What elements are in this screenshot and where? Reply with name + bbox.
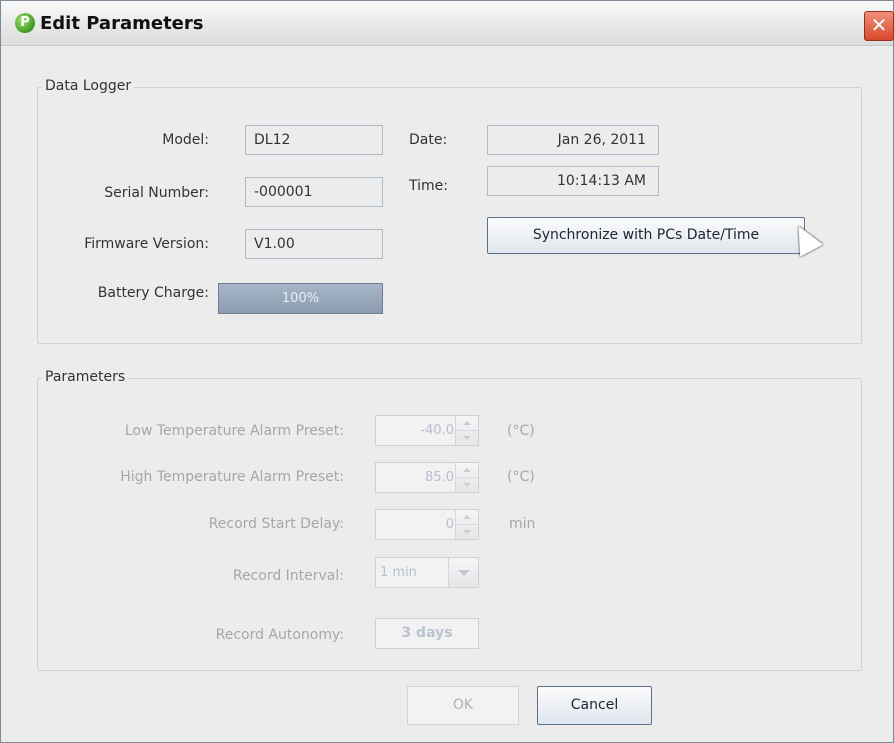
chevron-down-icon[interactable] <box>448 558 478 587</box>
record-interval-select[interactable]: 1 min <box>375 557 479 588</box>
record-start-delay-value: 0 <box>445 517 454 532</box>
low-temperature-label: Low Temperature Alarm Preset: <box>124 423 344 439</box>
battery-charge-bar: 100% <box>218 283 383 314</box>
date-field: Jan 26, 2011 <box>487 125 659 155</box>
firmware-version-field: V1.00 <box>245 229 383 259</box>
record-autonomy-label: Record Autonomy: <box>215 627 344 643</box>
low-temperature-unit: (°C) <box>507 423 535 439</box>
serial-number-label: Serial Number: <box>104 185 209 201</box>
low-temperature-value: -40.0 <box>420 423 454 438</box>
model-field: DL12 <box>245 125 383 155</box>
time-field: 10:14:13 AM <box>487 166 659 196</box>
cancel-button[interactable]: Cancel <box>537 686 652 725</box>
window-title: Edit Parameters <box>40 13 204 34</box>
title-bar[interactable]: P Edit Parameters ✕ <box>1 1 894 46</box>
high-temperature-stepper[interactable] <box>455 463 478 492</box>
record-interval-label: Record Interval: <box>232 568 344 584</box>
parameters-group-title: Parameters <box>42 369 129 385</box>
high-temperature-spinner[interactable]: 85.0 <box>375 462 479 493</box>
ok-button[interactable]: OK <box>407 686 519 725</box>
model-label: Model: <box>162 132 209 148</box>
app-logo-icon: P <box>15 13 35 33</box>
record-start-delay-label: Record Start Delay: <box>208 516 344 532</box>
time-label: Time: <box>409 178 448 194</box>
edit-parameters-dialog: P Edit Parameters ✕ Data Logger Model: D… <box>0 0 894 743</box>
synchronize-datetime-button[interactable]: Synchronize with PCs Date/Time <box>487 217 805 254</box>
high-temperature-unit: (°C) <box>507 469 535 485</box>
data-logger-group-title: Data Logger <box>42 78 135 94</box>
record-autonomy-value: 3 days <box>375 618 479 649</box>
high-temperature-label: High Temperature Alarm Preset: <box>120 469 344 485</box>
low-temperature-spinner[interactable]: -40.0 <box>375 415 479 446</box>
high-temperature-value: 85.0 <box>425 470 454 485</box>
serial-number-field: -000001 <box>245 177 383 207</box>
record-start-delay-stepper[interactable] <box>455 510 478 539</box>
record-start-delay-spinner[interactable]: 0 <box>375 509 479 540</box>
data-logger-group: Data Logger <box>37 78 862 344</box>
record-start-delay-unit: min <box>509 516 536 532</box>
date-label: Date: <box>409 132 448 148</box>
close-button[interactable]: ✕ <box>864 11 894 41</box>
low-temperature-stepper[interactable] <box>455 416 478 445</box>
record-interval-value: 1 min <box>380 565 417 580</box>
battery-charge-label: Battery Charge: <box>97 285 209 301</box>
firmware-version-label: Firmware Version: <box>84 236 209 252</box>
